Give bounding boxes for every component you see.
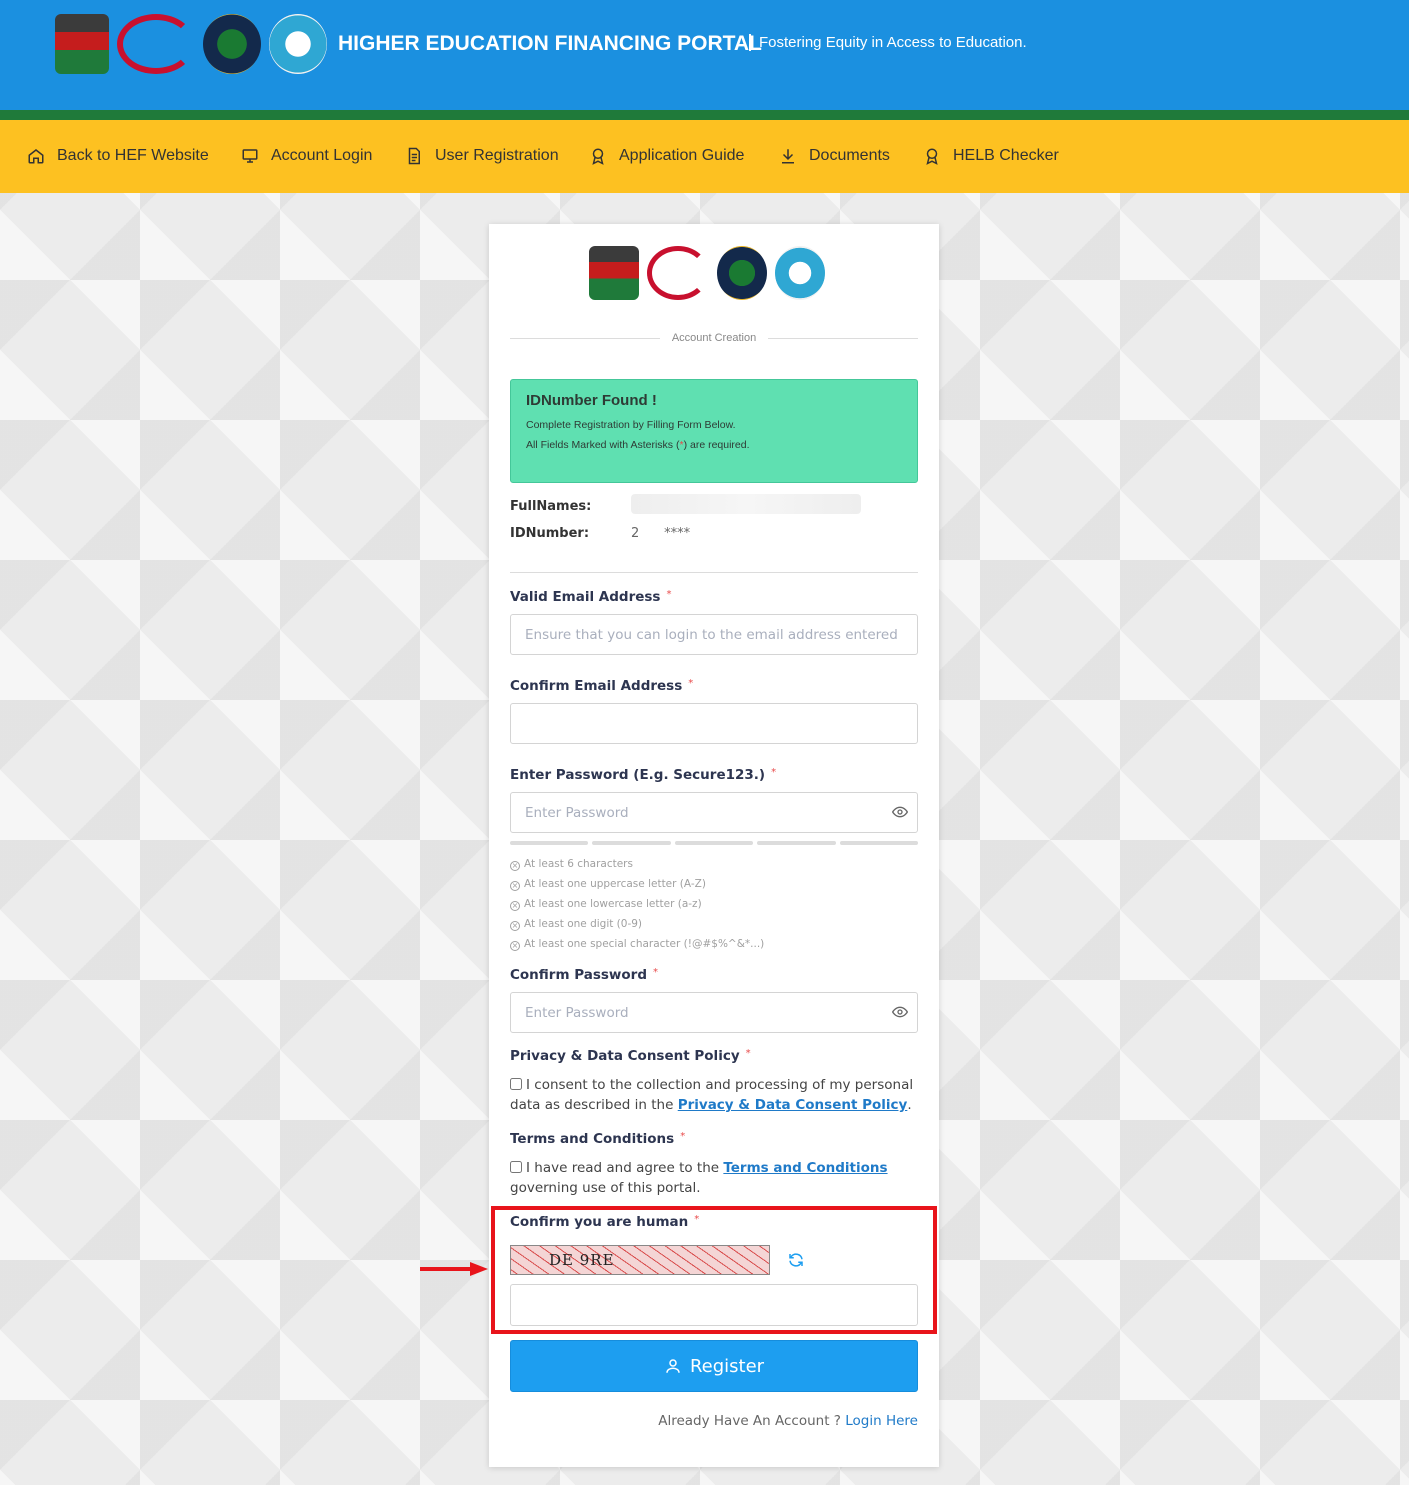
nav-account-login[interactable]: Account Login xyxy=(241,147,372,165)
privacy-policy-link[interactable]: Privacy & Data Consent Policy xyxy=(678,1097,908,1113)
x-circle-icon: × xyxy=(510,861,520,871)
password-rule: × At least one lowercase letter (a-z) xyxy=(510,898,702,911)
kenya-coat-of-arms-logo xyxy=(589,246,639,300)
ministry-of-education-logo xyxy=(117,14,195,74)
register-button[interactable]: Register xyxy=(510,1340,918,1392)
login-here-link[interactable]: Login Here xyxy=(845,1413,918,1429)
confirm-password-label: Confirm Password * xyxy=(510,967,659,983)
award-icon xyxy=(926,148,938,165)
nav-back-to-hef-website[interactable]: Back to HEF Website xyxy=(27,147,209,165)
nav-label: User Registration xyxy=(435,147,559,164)
nav-label: Account Login xyxy=(271,147,373,164)
id-found-alert: IDNumber Found ! Complete Registration b… xyxy=(510,379,918,483)
idnumber-label: IDNumber: xyxy=(510,526,590,541)
password-rule: × At least one special character (!@#$%^&… xyxy=(510,938,765,951)
portal-tagline: Fostering Equity in Access to Education. xyxy=(749,34,1027,51)
x-circle-icon: × xyxy=(510,921,520,931)
card-logos xyxy=(589,246,825,300)
section-title: Account Creation xyxy=(671,332,757,344)
download-icon xyxy=(782,149,794,164)
helb-logo xyxy=(203,14,261,74)
header-divider xyxy=(0,110,1409,120)
portal-title: HIGHER EDUCATION FINANCING PORTAL xyxy=(338,32,762,55)
alert-title: IDNumber Found ! xyxy=(526,392,657,409)
arrow-right-icon xyxy=(420,1262,488,1276)
email-input[interactable] xyxy=(510,614,918,655)
x-circle-icon: × xyxy=(510,901,520,911)
top-header: HIGHER EDUCATION FINANCING PORTAL Foster… xyxy=(0,0,1409,110)
nav-documents[interactable]: Documents xyxy=(779,147,890,165)
home-icon xyxy=(28,149,44,164)
email-label: Valid Email Address * xyxy=(510,589,672,605)
terms-checkbox[interactable] xyxy=(510,1161,522,1173)
password-label: Enter Password (E.g. Secure123.) * xyxy=(510,767,777,783)
terms-label: Terms and Conditions * xyxy=(510,1131,686,1147)
terms-consent: I have read and agree to the Terms and C… xyxy=(510,1160,888,1196)
user-icon xyxy=(666,1359,680,1373)
privacy-label: Privacy & Data Consent Policy * xyxy=(510,1048,751,1064)
password-rule: × At least one uppercase letter (A-Z) xyxy=(510,878,706,891)
fullnames-label: FullNames: xyxy=(510,499,592,514)
confirm-password-field xyxy=(510,992,918,1033)
alert-line-1: Complete Registration by Filling Form Be… xyxy=(526,419,736,431)
ministry-of-education-logo xyxy=(647,246,709,300)
universities-fund-logo xyxy=(775,246,825,300)
nav-helb-checker[interactable]: HELB Checker xyxy=(923,147,1059,165)
eye-icon[interactable] xyxy=(892,804,908,820)
eye-icon[interactable] xyxy=(892,1004,908,1020)
confirm-password-input[interactable] xyxy=(510,992,918,1033)
universities-fund-logo xyxy=(269,14,327,74)
main-nav: Back to HEF Website Account Login User R… xyxy=(0,120,1409,193)
nav-user-registration[interactable]: User Registration xyxy=(405,147,559,165)
confirm-email-label: Confirm Email Address * xyxy=(510,678,694,694)
form-separator xyxy=(510,572,918,573)
header-logos xyxy=(55,14,327,74)
password-field xyxy=(510,792,918,833)
award-icon xyxy=(592,148,604,165)
document-icon xyxy=(408,147,420,165)
alert-line-2: All Fields Marked with Asterisks (*) are… xyxy=(526,439,750,451)
password-strength-meter xyxy=(510,841,919,845)
monitor-icon xyxy=(242,149,258,163)
nav-label: Documents xyxy=(809,147,890,164)
nav-label: Application Guide xyxy=(619,147,745,164)
x-circle-icon: × xyxy=(510,941,520,951)
nav-label: HELB Checker xyxy=(953,147,1059,164)
privacy-checkbox[interactable] xyxy=(510,1078,522,1090)
fullnames-value-redacted xyxy=(631,494,861,514)
section-divider: Account Creation xyxy=(510,329,919,347)
idnumber-value: 2 **** xyxy=(631,526,691,541)
x-circle-icon: × xyxy=(510,881,520,891)
password-rule: × At least 6 characters xyxy=(510,858,633,871)
password-rule: × At least one digit (0-9) xyxy=(510,918,643,931)
helb-logo xyxy=(717,246,767,300)
confirm-email-input[interactable] xyxy=(510,703,918,744)
terms-link[interactable]: Terms and Conditions xyxy=(723,1160,887,1176)
register-label: Register xyxy=(689,1355,765,1377)
already-account: Already Have An Account ? Login Here xyxy=(658,1413,918,1429)
nav-label: Back to HEF Website xyxy=(57,147,209,164)
nav-application-guide[interactable]: Application Guide xyxy=(589,147,744,165)
kenya-coat-of-arms-logo xyxy=(55,14,109,74)
captcha-highlight-box xyxy=(491,1206,937,1334)
password-rules: × At least 6 characters × At least one upp… xyxy=(510,854,764,954)
privacy-consent: I consent to the collection and processi… xyxy=(510,1077,914,1113)
password-input[interactable] xyxy=(510,792,918,833)
